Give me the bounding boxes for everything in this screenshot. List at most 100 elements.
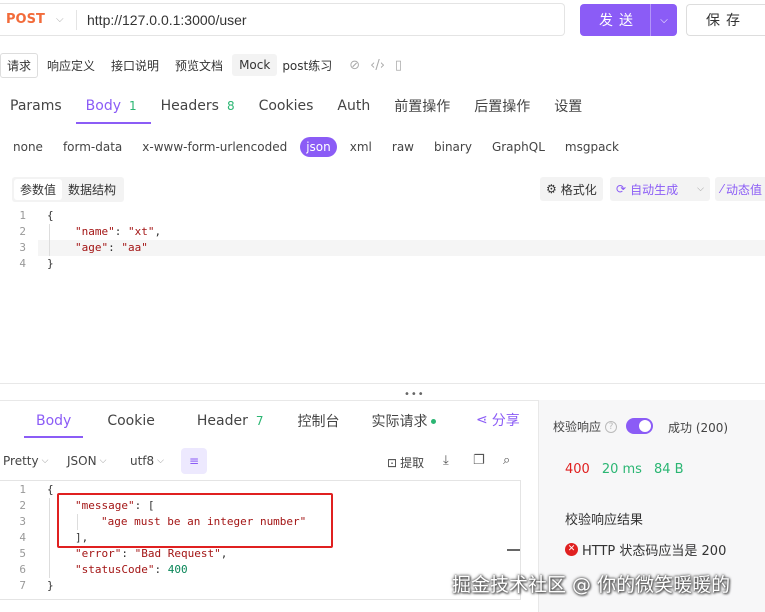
- body-type-xml[interactable]: xml: [343, 137, 379, 157]
- save-button[interactable]: 保存: [686, 4, 765, 36]
- body-type-msgpack[interactable]: msgpack: [558, 137, 626, 157]
- error-icon: ✕: [565, 543, 578, 556]
- tab-cookies[interactable]: Cookies: [259, 88, 314, 124]
- search-icon[interactable]: ⌕: [503, 453, 510, 468]
- chevron-down-icon: ⌵: [157, 456, 164, 466]
- tab-response-header[interactable]: Header 7: [197, 404, 264, 438]
- url-bar: POST ⌵: [0, 3, 565, 36]
- json-key: "error": [75, 547, 122, 560]
- tab-console[interactable]: 控制台: [298, 404, 340, 438]
- subtab-request[interactable]: 请求: [0, 52, 39, 78]
- chevron-down-icon[interactable]: ⌵: [56, 14, 76, 25]
- response-toolbar: Pretty ⌵ JSON ⌵ utf8 ⌵ ≡ ⊡ 提取 ⤓ ❐ ⌕: [0, 448, 530, 474]
- tab-body[interactable]: Body 1: [75, 88, 151, 124]
- watermark: 掘金技术社区 @ 你的微笑暖暖的: [452, 574, 731, 596]
- code-line: "age": "aa": [75, 241, 148, 254]
- method-select[interactable]: POST: [0, 12, 56, 27]
- encoding-select[interactable]: utf8 ⌵: [130, 454, 164, 468]
- response-size: 84 B: [653, 462, 684, 477]
- chevron-down-icon[interactable]: ⌵: [697, 184, 704, 194]
- body-type-none[interactable]: none: [6, 137, 50, 157]
- extract-icon: ⊡: [387, 455, 398, 470]
- subtab-mock[interactable]: Mock: [232, 54, 278, 76]
- response-time: 20 ms: [601, 462, 642, 477]
- panel-icon[interactable]: ▯: [395, 58, 402, 73]
- tab-params[interactable]: Params: [10, 88, 62, 124]
- scrollbar[interactable]: [507, 549, 520, 551]
- chevron-down-icon[interactable]: ⌵: [650, 4, 677, 36]
- send-button-label: 发送: [599, 13, 639, 29]
- tab-label: 后置操作: [474, 99, 531, 115]
- auto-generate-button[interactable]: ⟳ 自动生成 ⌵: [610, 177, 710, 201]
- tab-response-cookie[interactable]: Cookie: [107, 404, 155, 438]
- dynamic-value-button[interactable]: ⁄ 动态值: [715, 177, 765, 201]
- api-name[interactable]: post练习: [279, 53, 339, 78]
- status-code: 400: [565, 462, 590, 477]
- validation-results-title: 校验响应结果: [565, 513, 644, 528]
- editor-tabs: 参数值 数据结构: [12, 177, 125, 202]
- validate-toggle[interactable]: [626, 418, 653, 434]
- resize-handle[interactable]: •••: [404, 390, 425, 400]
- subtab-preview-doc[interactable]: 预览文档: [168, 53, 230, 78]
- tab-param-values[interactable]: 参数值: [14, 179, 63, 200]
- body-type-urlencoded[interactable]: x-www-form-urlencoded: [135, 137, 294, 157]
- tab-settings[interactable]: 设置: [554, 88, 582, 124]
- url-input[interactable]: [87, 11, 547, 28]
- code-icon[interactable]: ‹/›: [370, 58, 385, 73]
- wrap-lines-icon[interactable]: ≡: [181, 448, 207, 474]
- tab-auth[interactable]: Auth: [337, 88, 370, 124]
- tab-post-processors[interactable]: 后置操作: [474, 88, 530, 124]
- body-type-raw[interactable]: raw: [385, 137, 421, 157]
- tab-count: 7: [255, 414, 264, 428]
- tab-label: Headers: [160, 98, 219, 114]
- code-line: {: [47, 483, 54, 496]
- code-line: {: [47, 209, 54, 222]
- json-value: 400: [167, 563, 188, 576]
- line-number: 6: [19, 563, 26, 576]
- encoding-select-value: utf8: [130, 454, 155, 468]
- validation-result-item: ✕ HTTP 状态码应当是 200: [565, 540, 726, 559]
- tab-label: Params: [10, 98, 62, 114]
- body-type-json[interactable]: json: [300, 137, 337, 157]
- format-select[interactable]: JSON ⌵: [67, 454, 106, 468]
- body-type-form-data[interactable]: form-data: [56, 137, 129, 157]
- chevron-down-icon: ⌵: [99, 456, 107, 466]
- json-value: "xt": [128, 225, 155, 238]
- subtab-response-definition[interactable]: 响应定义: [40, 53, 102, 78]
- highlight-annotation: [57, 493, 333, 548]
- editor-toolbar: 参数值 数据结构 ⚙ 格式化 ⟳ 自动生成 ⌵ ⁄ 动态值: [0, 174, 765, 204]
- code-line: "error": "Bad Request",: [75, 547, 228, 560]
- tab-label: 实际请求: [371, 414, 428, 430]
- body-type-graphql[interactable]: GraphQL: [485, 137, 552, 157]
- send-button[interactable]: 发送 ⌵: [580, 4, 677, 36]
- tab-actual-request[interactable]: 实际请求: [372, 404, 436, 438]
- format-select-value: JSON: [67, 454, 97, 468]
- tab-pre-processors[interactable]: 前置操作: [394, 88, 450, 124]
- code-line: "statusCode": 400: [75, 563, 188, 576]
- copy-icon[interactable]: ❐: [473, 453, 485, 468]
- request-body-editor[interactable]: 1 2 3 4 { "name": "xt", "age": "aa" }: [0, 208, 765, 378]
- tab-data-structure[interactable]: 数据结构: [62, 179, 122, 200]
- response-stats: 400 20 ms 84 B: [565, 462, 684, 477]
- body-type-binary[interactable]: binary: [427, 137, 479, 157]
- subtab-api-description[interactable]: 接口说明: [104, 53, 166, 78]
- share-button[interactable]: ⋖ 分享: [476, 410, 520, 430]
- json-value: "aa": [121, 241, 148, 254]
- tab-response-body[interactable]: Body: [23, 404, 84, 438]
- extract-button[interactable]: ⊡ 提取: [387, 454, 424, 471]
- help-icon[interactable]: ?: [605, 420, 618, 433]
- validation-status: 成功 (200): [668, 421, 729, 435]
- request-tabs: Params Body 1 Headers 8 Cookies Auth 前置操作 …: [0, 88, 765, 124]
- view-select[interactable]: Pretty ⌵: [3, 454, 48, 468]
- tab-headers[interactable]: Headers 8: [161, 88, 235, 124]
- tab-label: Cookies: [258, 98, 314, 114]
- download-icon[interactable]: ⤓: [443, 453, 449, 468]
- code-line: "name": "xt",: [75, 225, 162, 238]
- link-icon[interactable]: ⊘: [349, 58, 360, 73]
- pane-divider: [0, 383, 765, 384]
- tab-label: 设置: [554, 99, 583, 115]
- format-button[interactable]: ⚙ 格式化: [540, 177, 603, 201]
- line-number: 4: [19, 531, 26, 544]
- line-number: 1: [19, 209, 26, 222]
- auto-generate-label: 自动生成: [630, 182, 679, 197]
